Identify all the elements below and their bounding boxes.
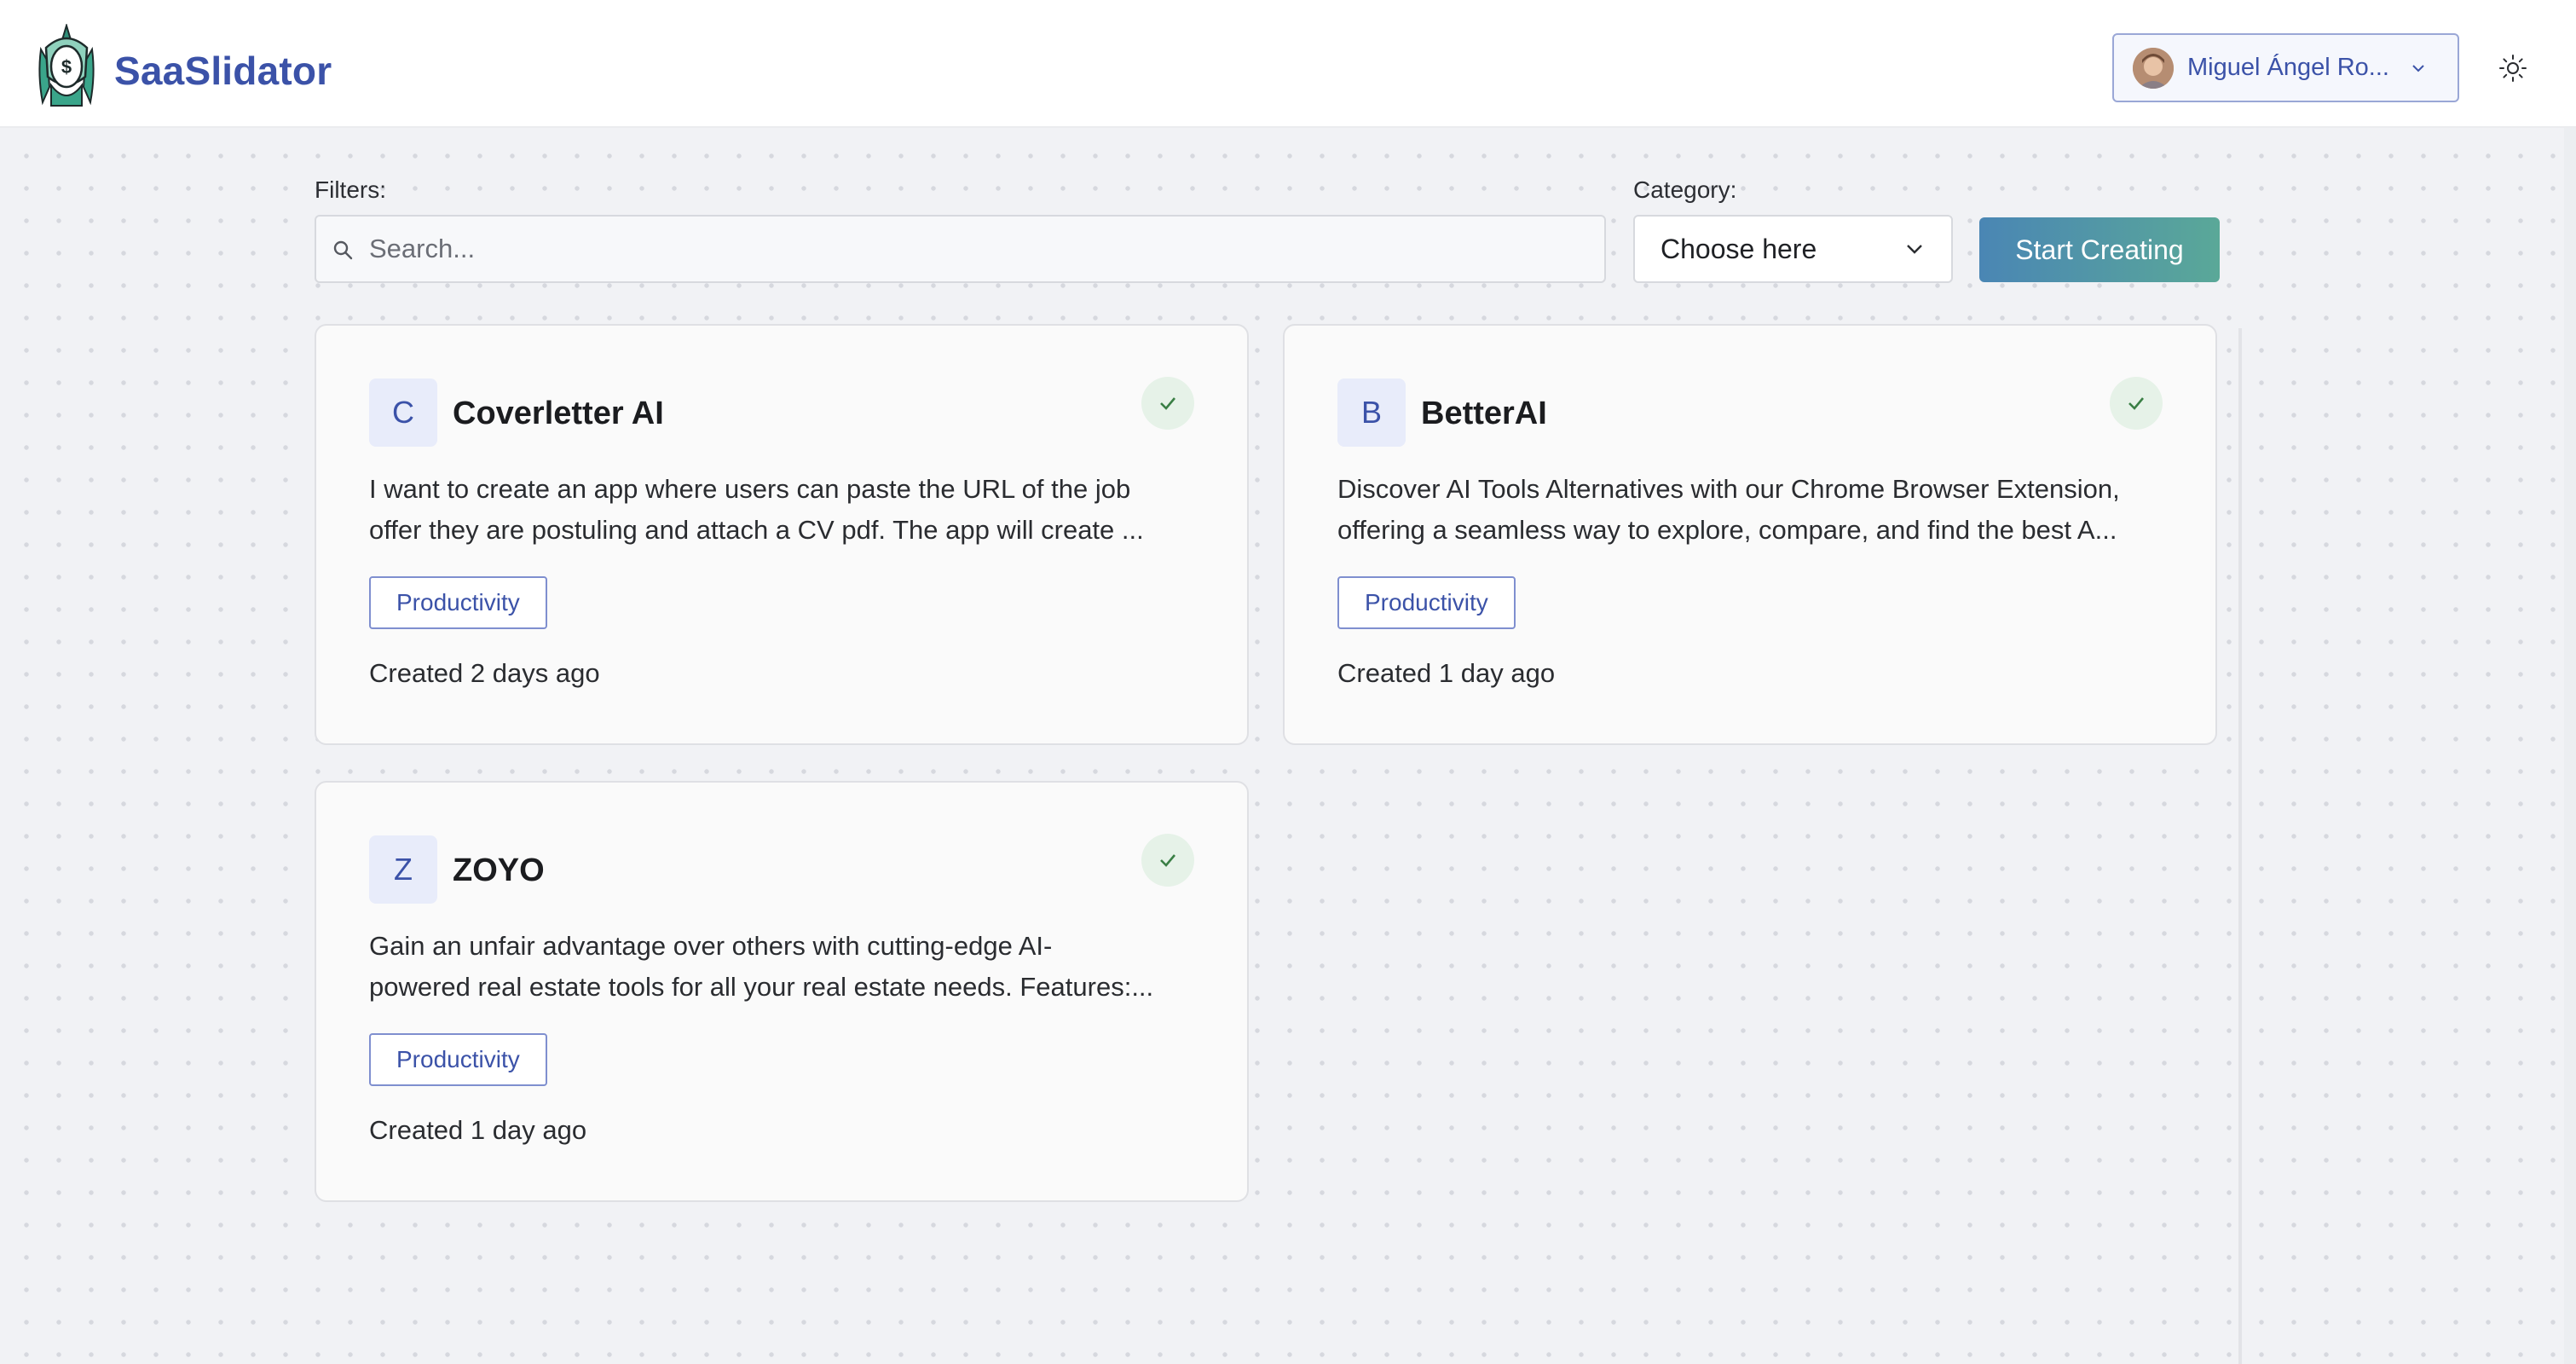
card-description-line: I want to create an app where users can … [369,474,1131,504]
created-date: Created 1 day ago [1337,658,1556,688]
chevron-down-icon [1907,245,1922,254]
category-select[interactable]: Choose here [1633,215,1953,283]
search-box[interactable] [315,215,1606,283]
card-description: Gain an unfair advantage over others wit… [369,926,1201,1008]
unicorn-logo-icon[interactable]: $ [34,24,99,111]
created-date: Created 1 day ago [369,1115,587,1145]
list-scroll-track[interactable] [2238,328,2242,1364]
card-title[interactable]: BetterAI [1421,396,1547,432]
check-icon [1141,377,1194,430]
card-description-line: Discover AI Tools Alternatives with our … [1337,474,2120,504]
search-icon [333,240,353,260]
avatar [2133,47,2174,89]
svg-text:$: $ [61,56,72,78]
card-title[interactable]: ZOYO [453,852,545,889]
card-description-line: powered real estate tools for all your r… [369,972,1154,1002]
card-initial-badge: Z [369,835,437,904]
avatar-photo-icon [2133,47,2174,89]
project-card[interactable]: B BetterAI Discover AI Tools Alternative… [1283,324,2217,745]
card-description-line: Gain an unfair advantage over others wit… [369,931,1053,961]
filters-label: Filters: [315,176,386,203]
card-description: I want to create an app where users can … [369,469,1201,551]
card-description-line: offer they are postuling and attach a CV… [369,515,1144,545]
category-tag[interactable]: Productivity [369,1033,547,1086]
check-icon [1141,834,1194,887]
card-description-line: offering a seamless way to explore, comp… [1337,515,2117,545]
project-card[interactable]: Z ZOYO Gain an unfair advantage over oth… [315,781,1249,1202]
start-creating-button[interactable]: Start Creating [1979,217,2220,282]
chevron-down-icon [2412,64,2424,72]
check-icon [2110,377,2163,430]
user-name: Miguel Ángel Ro... [2187,54,2389,81]
category-tag[interactable]: Productivity [369,576,547,629]
user-menu-button[interactable]: Miguel Ángel Ro... [2112,33,2459,102]
page-scrollbar[interactable] [2564,128,2576,1364]
category-label: Category: [1633,176,1737,203]
top-header: $ SaaSlidator Miguel Ángel Ro... [0,0,2576,128]
created-date: Created 2 days ago [369,658,600,688]
card-initial-badge: B [1337,379,1406,447]
card-description: Discover AI Tools Alternatives with our … [1337,469,2169,551]
brand-name[interactable]: SaaSlidator [114,48,332,94]
sun-icon[interactable] [2498,53,2528,84]
card-title[interactable]: Coverletter AI [453,396,664,432]
card-initial-badge: C [369,379,437,447]
category-selected-value: Choose here [1661,233,1817,264]
project-card[interactable]: C Coverletter AI I want to create an app… [315,324,1249,745]
category-tag[interactable]: Productivity [1337,576,1516,629]
search-input[interactable] [369,225,1580,273]
